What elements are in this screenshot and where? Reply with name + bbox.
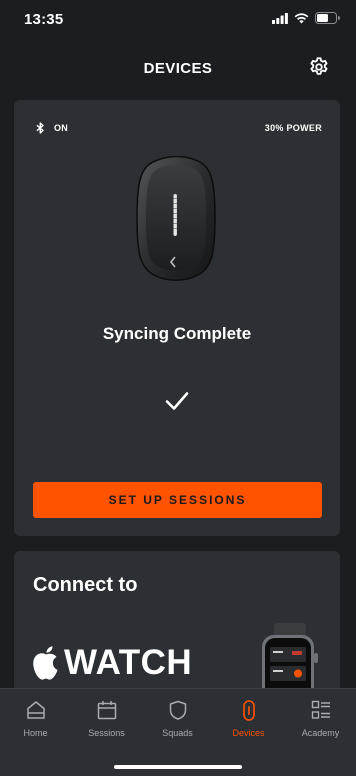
tab-sessions[interactable]: Sessions <box>71 699 142 745</box>
header: DEVICES <box>0 40 356 96</box>
watch-label: WATCH <box>64 643 193 682</box>
status-time: 13:35 <box>24 11 64 28</box>
tab-label: Devices <box>232 728 265 738</box>
tab-label: Academy <box>301 728 340 738</box>
bluetooth-icon <box>36 122 44 134</box>
list-icon <box>311 700 330 719</box>
device-icon <box>242 700 255 721</box>
bluetooth-status: ON <box>36 122 68 134</box>
gear-icon <box>310 57 328 75</box>
home-indicator[interactable] <box>114 765 242 769</box>
apple-watch-logo: WATCH <box>31 643 192 683</box>
status-icons <box>272 12 340 24</box>
home-icon <box>26 701 45 719</box>
shield-icon <box>169 700 186 720</box>
tab-bar: Home Sessions Squads Devices Academy <box>0 688 356 776</box>
device-card: ON 30% POWER Syncing Complete SET UP SES… <box>14 100 340 536</box>
power-status: 30% POWER <box>264 123 322 133</box>
status-bar: 13:35 <box>0 0 356 40</box>
tracker-device-image <box>136 156 216 281</box>
set-up-sessions-button[interactable]: SET UP SESSIONS <box>33 482 322 518</box>
settings-button[interactable] <box>308 56 330 78</box>
tab-home[interactable]: Home <box>0 699 71 745</box>
connect-title: Connect to <box>33 574 138 596</box>
tab-devices[interactable]: Devices <box>213 699 284 745</box>
battery-icon <box>315 12 340 24</box>
tab-squads[interactable]: Squads <box>142 699 213 745</box>
apple-icon <box>33 646 58 680</box>
wifi-icon <box>294 12 309 23</box>
page-title: DEVICES <box>143 60 213 77</box>
tab-label: Home <box>23 728 48 738</box>
sync-status-message: Syncing Complete <box>102 324 252 343</box>
tab-label: Sessions <box>88 728 125 738</box>
signal-icon <box>272 12 288 24</box>
check-icon <box>165 392 189 410</box>
calendar-icon <box>97 701 116 720</box>
tab-academy[interactable]: Academy <box>285 699 356 745</box>
bluetooth-status-label: ON <box>54 123 69 133</box>
tab-label: Squads <box>162 728 193 738</box>
